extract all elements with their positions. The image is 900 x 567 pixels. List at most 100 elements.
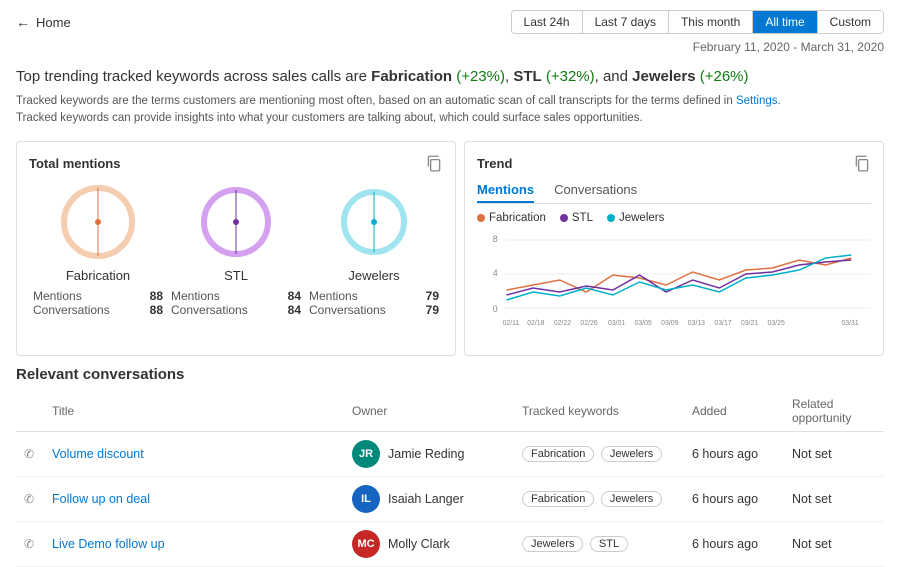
svg-text:02/11: 02/11 — [503, 320, 520, 327]
phone-icon-cell: ✆ — [16, 432, 44, 477]
owner-name-3: Molly Clark — [388, 537, 450, 551]
keyword-tag[interactable]: Jewelers — [522, 536, 583, 552]
svg-text:4: 4 — [493, 268, 498, 278]
back-arrow-icon: ← — [16, 14, 30, 30]
sub-text: Tracked keywords are the terms customers… — [16, 93, 884, 128]
phone-icon-cell-2: ✆ — [16, 477, 44, 522]
opportunity-cell-2: Not set — [784, 477, 884, 522]
kw3: Jewelers — [632, 68, 695, 85]
main-heading: Top trending tracked keywords across sal… — [16, 66, 884, 89]
conversations-table: Title Owner Tracked keywords Added Relat… — [16, 393, 884, 567]
filter-alltime[interactable]: All time — [753, 11, 817, 33]
col-keywords-header: Tracked keywords — [514, 393, 684, 432]
sub3: Tracked keywords can provide insights in… — [16, 112, 643, 124]
svg-text:03/25: 03/25 — [768, 320, 785, 327]
jewelers-stats: Mentions 79 Conversations 79 — [309, 289, 439, 317]
table-row: ✆ Follow up on deal IL Isaiah Langer Fab… — [16, 477, 884, 522]
legend-stl: STL — [560, 212, 593, 224]
conversations-section: Relevant conversations Title Owner Track… — [16, 366, 884, 567]
kw2: STL — [513, 68, 541, 85]
keyword-tag[interactable]: Jewelers — [601, 446, 662, 462]
svg-text:03/13: 03/13 — [688, 320, 705, 327]
phone-icon: ✆ — [24, 537, 34, 551]
svg-text:02/18: 02/18 — [527, 320, 544, 327]
filter-thismonth[interactable]: This month — [669, 11, 753, 33]
table-row: ✆ Volume discount JR Jamie Reding Fabric… — [16, 432, 884, 477]
svg-text:02/22: 02/22 — [554, 320, 571, 327]
owner-cell-1: JR Jamie Reding — [344, 432, 514, 477]
panels: Total mentions Fabrication — [16, 141, 884, 356]
trend-copy-icon[interactable] — [853, 154, 871, 172]
col-owner-header: Owner — [344, 393, 514, 432]
sub1: Tracked keywords are the terms customers… — [16, 95, 736, 107]
trend-title: Trend — [477, 154, 871, 172]
avatar-jr: JR — [352, 440, 380, 468]
keyword-tag[interactable]: Jewelers — [601, 491, 662, 507]
svg-text:8: 8 — [493, 234, 498, 244]
avatar-il: IL — [352, 485, 380, 513]
owner-name-2: Isaiah Langer — [388, 492, 464, 506]
added-cell-2: 6 hours ago — [684, 477, 784, 522]
col-icon-header — [16, 393, 44, 432]
date-range: February 11, 2020 - March 31, 2020 — [0, 40, 900, 62]
title-cell-1[interactable]: Volume discount — [44, 432, 344, 477]
title-cell-3[interactable]: Live Demo follow up — [44, 522, 344, 567]
keyword-tag[interactable]: STL — [590, 536, 628, 552]
circle-fabrication: Fabrication — [58, 182, 138, 283]
total-mentions-title: Total mentions — [29, 154, 443, 172]
col-title-header: Title — [44, 393, 344, 432]
fabrication-label: Fabrication — [66, 268, 130, 283]
svg-text:03/21: 03/21 — [741, 320, 758, 327]
svg-text:03/17: 03/17 — [714, 320, 731, 327]
conversations-title: Relevant conversations — [16, 366, 884, 383]
filter-last24h[interactable]: Last 24h — [512, 11, 583, 33]
tab-mentions[interactable]: Mentions — [477, 182, 534, 203]
title-cell-2[interactable]: Follow up on deal — [44, 477, 344, 522]
trend-chart: 8 4 0 02/11 02/18 02/22 02/26 03/01 03/0… — [477, 230, 871, 340]
avatar-mc: MC — [352, 530, 380, 558]
back-link[interactable]: ← Home — [16, 14, 71, 30]
added-cell-3: 6 hours ago — [684, 522, 784, 567]
heading-text-before: Top trending tracked keywords across sal… — [16, 68, 371, 85]
filter-custom[interactable]: Custom — [818, 11, 883, 33]
svg-text:03/09: 03/09 — [661, 320, 678, 327]
opportunity-cell-3: Not set — [784, 522, 884, 567]
col-opportunity-header: Related opportunity — [784, 393, 884, 432]
circles-row: Fabrication STL Jewelers — [29, 182, 443, 283]
owner-name-1: Jamie Reding — [388, 447, 464, 461]
kw1-pct: (+23%) — [456, 68, 505, 85]
tab-conversations[interactable]: Conversations — [554, 182, 637, 203]
trend-panel: Trend Mentions Conversations Fabrication… — [464, 141, 884, 356]
stl-label: STL — [224, 268, 248, 283]
phone-icon: ✆ — [24, 492, 34, 506]
owner-cell-2: IL Isaiah Langer — [344, 477, 514, 522]
stl-stats: Mentions 84 Conversations 84 — [171, 289, 301, 317]
kw1: Fabrication — [371, 68, 452, 85]
circle-stl: STL — [196, 182, 276, 283]
legend-jewelers: Jewelers — [607, 212, 664, 224]
svg-text:0: 0 — [493, 304, 498, 314]
phone-icon-cell-3: ✆ — [16, 522, 44, 567]
time-filter-group: Last 24h Last 7 days This month All time… — [511, 10, 884, 34]
trend-tabs: Mentions Conversations — [477, 182, 871, 204]
opportunity-cell-1: Not set — [784, 432, 884, 477]
phone-icon: ✆ — [24, 447, 34, 461]
kw2-pct: (+32%) — [546, 68, 595, 85]
svg-text:03/05: 03/05 — [635, 320, 652, 327]
total-mentions-panel: Total mentions Fabrication — [16, 141, 456, 356]
circle-jewelers: Jewelers — [334, 182, 414, 283]
filter-last7days[interactable]: Last 7 days — [583, 11, 669, 33]
keywords-cell-3: Jewelers STL — [514, 522, 684, 567]
table-row: ✆ Live Demo follow up MC Molly Clark Jew… — [16, 522, 884, 567]
svg-text:02/26: 02/26 — [580, 320, 597, 327]
copy-icon[interactable] — [425, 154, 443, 172]
col-added-header: Added — [684, 393, 784, 432]
back-label: Home — [36, 15, 71, 30]
svg-text:03/31: 03/31 — [841, 320, 858, 327]
chart-legend: Fabrication STL Jewelers — [477, 212, 871, 224]
keyword-tag[interactable]: Fabrication — [522, 491, 594, 507]
settings-link[interactable]: Settings — [736, 95, 778, 107]
keywords-cell-2: Fabrication Jewelers — [514, 477, 684, 522]
top-bar: ← Home Last 24h Last 7 days This month A… — [0, 0, 900, 40]
keyword-tag[interactable]: Fabrication — [522, 446, 594, 462]
